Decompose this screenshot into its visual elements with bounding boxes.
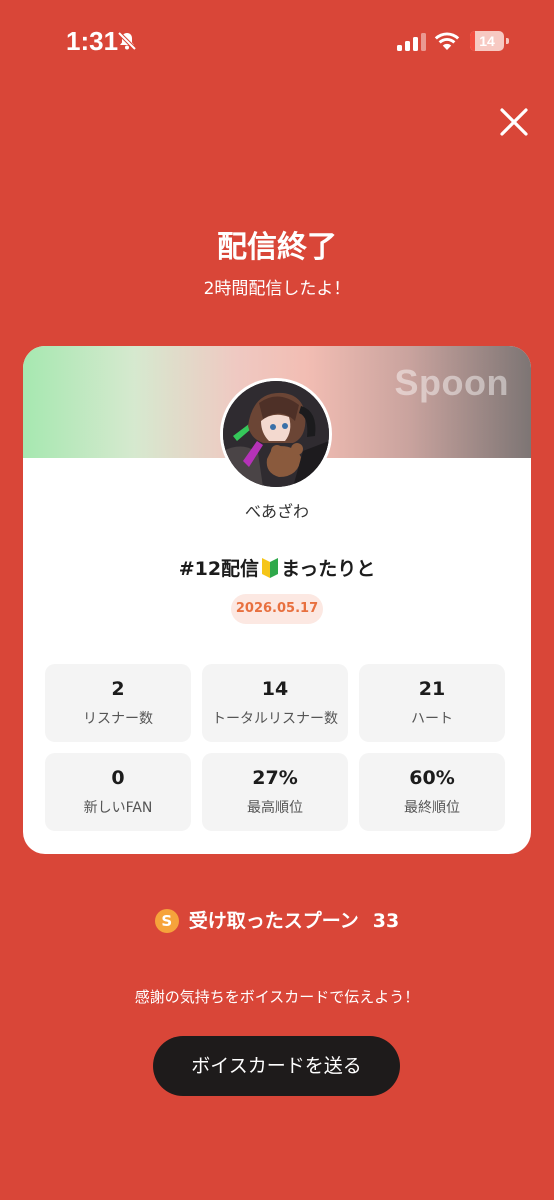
stat-value: 27%: [252, 767, 298, 789]
stat-value: 60%: [409, 767, 455, 789]
battery-cap: [506, 38, 509, 44]
stat-final-rank: 60% 最終順位: [359, 753, 505, 831]
status-time: 1:31: [66, 26, 119, 56]
received-spoons-count: 33: [372, 910, 400, 932]
stat-label: トータルリスナー数: [212, 711, 338, 727]
battery-indicator: 14: [470, 31, 510, 51]
stat-label: リスナー数: [83, 711, 153, 727]
username: べあざわ: [244, 502, 309, 521]
stat-hearts: 21 ハート: [359, 664, 505, 742]
stat-label: 最高順位: [247, 800, 303, 816]
bell-slash-icon: [117, 31, 137, 51]
spoon-coin-icon: S: [154, 909, 179, 933]
page-title: 配信終了: [217, 230, 337, 265]
broadcast-duration-text: 2時間配信したよ！: [203, 279, 351, 299]
thanks-message: 感謝の気持ちをボイスカードで伝えよう！: [134, 988, 420, 1006]
received-spoons-label: 受け取ったスプーン: [188, 910, 359, 932]
stat-value: 21: [418, 678, 446, 700]
date-badge: 2026.05.17: [231, 594, 323, 624]
spoon-logo: Spoon: [394, 362, 509, 403]
avatar: [220, 378, 332, 490]
stat-value: 0: [111, 767, 125, 789]
stream-title-prefix: #12配信: [178, 558, 260, 580]
wifi-icon: [434, 32, 460, 50]
stat-value: 14: [261, 678, 289, 700]
battery-level: 14: [479, 33, 495, 49]
stat-value: 2: [111, 678, 125, 700]
stat-label: 最終順位: [404, 800, 460, 816]
broadcast-summary-card: Spoon べあざわ #12配信 まったりと 2026.05.17 2 リスナー…: [23, 346, 531, 854]
close-icon[interactable]: [494, 102, 534, 142]
avatar-illustration: [223, 381, 329, 487]
battery-body: 14: [470, 31, 504, 51]
cellular-signal-icon: [397, 33, 426, 51]
stat-label: ハート: [411, 711, 453, 727]
stream-title-suffix: まったりと: [281, 558, 376, 580]
stat-best-rank: 27% 最高順位: [202, 753, 348, 831]
stat-label: 新しいFAN: [83, 800, 153, 816]
send-voice-card-button[interactable]: ボイスカードを送る: [153, 1036, 400, 1096]
stream-title: #12配信 まったりと: [23, 554, 531, 581]
stat-total-listeners: 14 トータルリスナー数: [202, 664, 348, 742]
beginner-mark-icon: [262, 558, 279, 578]
status-bar: 1:31 14: [0, 0, 554, 84]
received-spoons: S 受け取ったスプーン 33: [0, 906, 554, 936]
stat-new-fans: 0 新しいFAN: [45, 753, 191, 831]
stat-listeners: 2 リスナー数: [45, 664, 191, 742]
